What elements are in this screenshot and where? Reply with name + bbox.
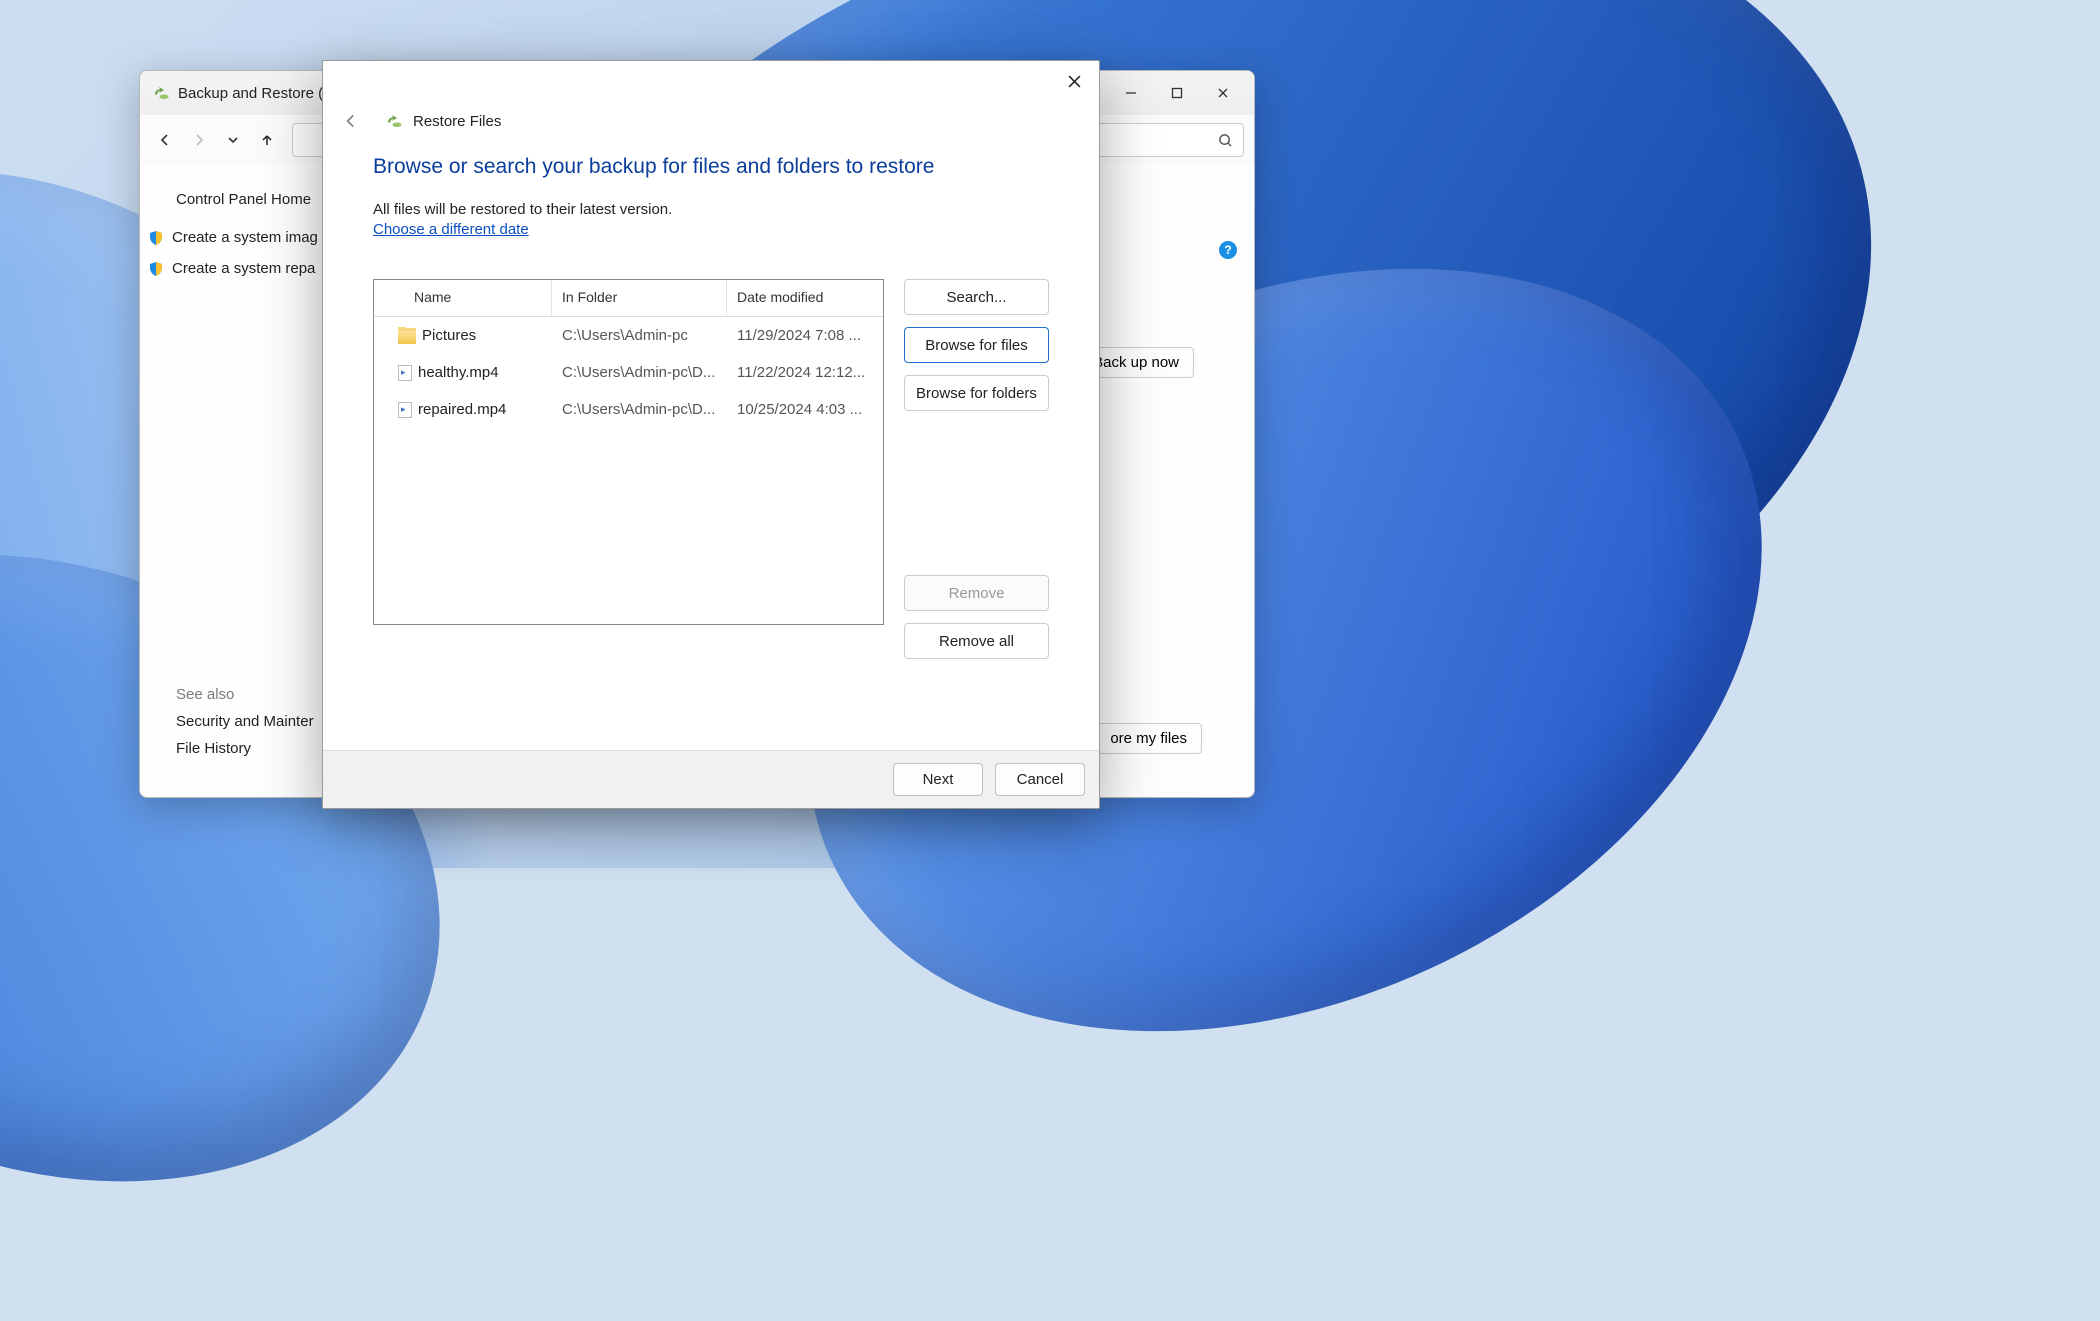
back-button[interactable] bbox=[337, 107, 365, 135]
nav-up-button[interactable] bbox=[252, 125, 282, 155]
dialog-title: Restore Files bbox=[413, 113, 501, 130]
shield-icon bbox=[148, 230, 164, 246]
create-system-repair-link[interactable]: Create a system repa bbox=[140, 253, 345, 284]
window-title: Backup and Restore (W bbox=[178, 85, 337, 102]
file-folder: C:\Users\Admin-pc\D... bbox=[552, 364, 727, 381]
restore-my-files-button[interactable]: ore my files bbox=[1095, 723, 1202, 754]
cancel-button[interactable]: Cancel bbox=[995, 763, 1085, 796]
shield-icon bbox=[148, 261, 164, 277]
nav-forward-button[interactable] bbox=[184, 125, 214, 155]
close-button[interactable] bbox=[1057, 67, 1091, 95]
help-icon[interactable]: ? bbox=[1219, 241, 1237, 259]
button-label: Back up now bbox=[1093, 354, 1179, 371]
file-list[interactable]: Name In Folder Date modified Pictures C:\… bbox=[373, 279, 884, 625]
file-name: healthy.mp4 bbox=[418, 364, 499, 381]
security-maintenance-link[interactable]: Security and Mainter bbox=[176, 713, 314, 730]
minimize-button[interactable] bbox=[1108, 77, 1154, 109]
file-date: 11/22/2024 12:12... bbox=[727, 364, 883, 381]
column-name[interactable]: Name bbox=[374, 280, 552, 316]
nav-back-button[interactable] bbox=[150, 125, 180, 155]
restore-files-dialog: Restore Files Browse or search your back… bbox=[322, 60, 1100, 809]
list-row[interactable]: healthy.mp4 C:\Users\Admin-pc\D...11/22/2… bbox=[374, 354, 883, 391]
dialog-footer: Next Cancel bbox=[323, 750, 1099, 808]
control-panel-home-link[interactable]: Control Panel Home bbox=[140, 183, 345, 222]
button-label: ore my files bbox=[1110, 730, 1187, 747]
backup-restore-icon bbox=[152, 84, 170, 102]
close-button[interactable] bbox=[1200, 77, 1246, 109]
dialog-header: Restore Files bbox=[323, 101, 1099, 155]
browse-for-folders-button[interactable]: Browse for folders bbox=[904, 375, 1049, 411]
list-header: Name In Folder Date modified bbox=[374, 280, 883, 317]
column-in-folder[interactable]: In Folder bbox=[552, 280, 727, 316]
see-also-section: See also Security and Mainter File Histo… bbox=[176, 686, 314, 767]
list-row[interactable]: repaired.mp4 C:\Users\Admin-pc\D...10/25/… bbox=[374, 391, 883, 428]
column-date-modified[interactable]: Date modified bbox=[727, 280, 883, 316]
file-date: 11/29/2024 7:08 ... bbox=[727, 327, 883, 344]
restore-files-icon bbox=[385, 112, 403, 130]
dialog-headline: Browse or search your backup for files a… bbox=[373, 155, 1049, 179]
video-file-icon bbox=[398, 365, 412, 381]
search-button[interactable]: Search... bbox=[904, 279, 1049, 315]
see-also-heading: See also bbox=[176, 686, 314, 703]
sidebar-link-label: Create a system imag bbox=[172, 229, 318, 246]
file-date: 10/25/2024 4:03 ... bbox=[727, 401, 883, 418]
remove-all-button[interactable]: Remove all bbox=[904, 623, 1049, 659]
folder-icon bbox=[398, 328, 416, 344]
create-system-image-link[interactable]: Create a system imag bbox=[140, 222, 345, 253]
browse-for-files-button[interactable]: Browse for files bbox=[904, 327, 1049, 363]
search-icon bbox=[1218, 133, 1233, 148]
list-row[interactable]: Pictures C:\Users\Admin-pc11/29/2024 7:08… bbox=[374, 317, 883, 354]
maximize-button[interactable] bbox=[1154, 77, 1200, 109]
action-buttons-column: Search... Browse for files Browse for fo… bbox=[904, 279, 1049, 659]
file-name: Pictures bbox=[422, 327, 476, 344]
choose-different-date-link[interactable]: Choose a different date bbox=[373, 221, 529, 238]
dialog-subtext: All files will be restored to their late… bbox=[373, 201, 1049, 218]
file-folder: C:\Users\Admin-pc bbox=[552, 327, 727, 344]
video-file-icon bbox=[398, 402, 412, 418]
file-folder: C:\Users\Admin-pc\D... bbox=[552, 401, 727, 418]
remove-button[interactable]: Remove bbox=[904, 575, 1049, 611]
nav-history-button[interactable] bbox=[218, 125, 248, 155]
sidebar-link-label: Create a system repa bbox=[172, 260, 315, 277]
file-name: repaired.mp4 bbox=[418, 401, 506, 418]
file-history-link[interactable]: File History bbox=[176, 740, 314, 757]
next-button[interactable]: Next bbox=[893, 763, 983, 796]
